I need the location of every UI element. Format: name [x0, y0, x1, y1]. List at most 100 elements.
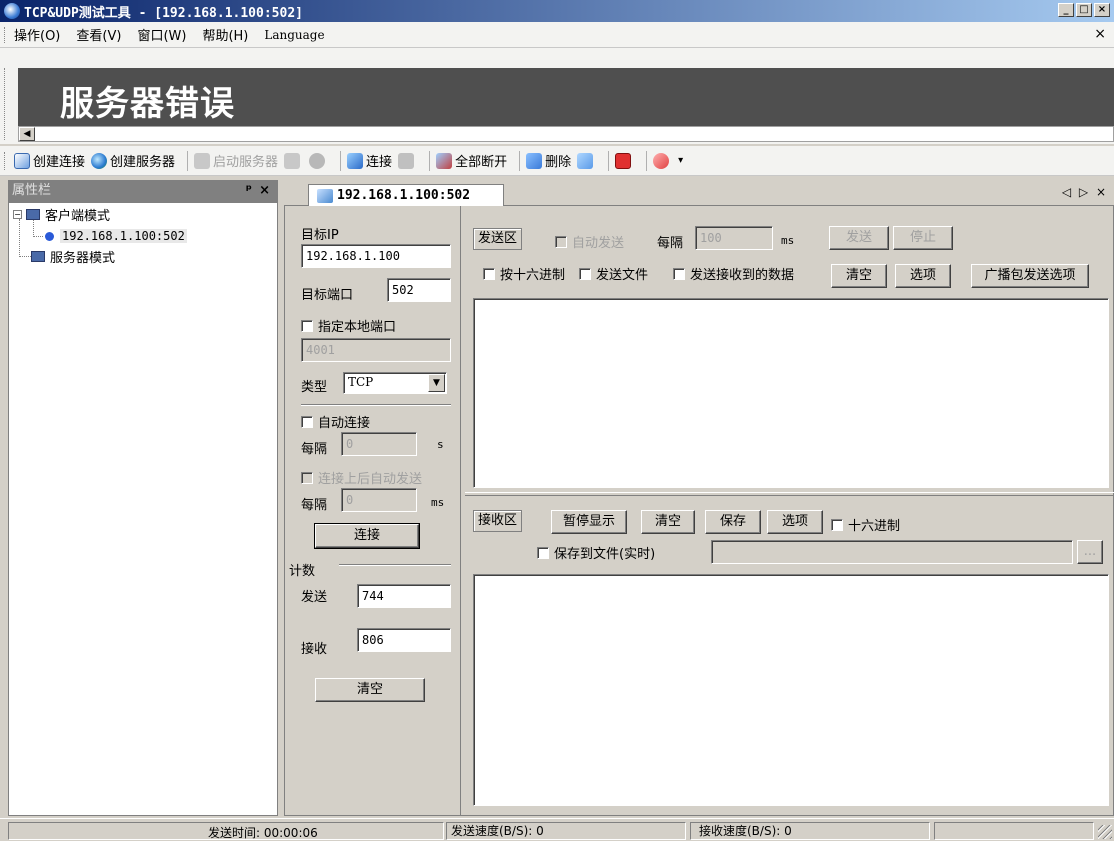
toolbar-grip[interactable] [4, 152, 7, 170]
toolbar-separator [340, 150, 342, 171]
collapse-icon[interactable]: − [13, 209, 22, 219]
close-button[interactable]: × [1094, 3, 1110, 17]
new-connection-icon [14, 152, 30, 169]
menu-close-icon[interactable]: × [1094, 26, 1106, 42]
cancel-button[interactable] [309, 152, 328, 169]
status-spare [934, 822, 1094, 840]
create-connection-label: 创建连接 [33, 155, 86, 170]
properties-title: 属性栏 [12, 183, 52, 198]
maximize-button[interactable]: □ [1076, 3, 1092, 17]
create-server-button[interactable]: 创建服务器 [91, 151, 175, 170]
scroll-left-icon[interactable]: ◀ [19, 127, 35, 141]
toolbar: 创建连接 创建服务器 启动服务器 连接 全部断开 删除 ▾ [0, 146, 1114, 176]
connection-dot-icon [45, 231, 54, 241]
server-mode-label: 服务器模式 [50, 250, 116, 266]
interval-unit: s [437, 438, 444, 451]
send-file-checkbox[interactable]: 发送文件 [579, 264, 648, 283]
menu-language[interactable]: Language [264, 28, 324, 42]
send-clear-button[interactable]: 清空 [831, 264, 887, 288]
checkbox-box [483, 267, 495, 280]
type-select[interactable]: TCP ▼ [343, 372, 447, 394]
interval-field[interactable]: 0 [341, 432, 417, 456]
stop-server-button[interactable] [284, 152, 303, 169]
recv-save-button[interactable]: 保存 [705, 510, 761, 534]
clear-count-button[interactable]: 清空 [315, 678, 425, 702]
banner-grip[interactable] [4, 68, 7, 140]
app-icon [4, 3, 20, 19]
auto-connect-checkbox[interactable]: 自动连接 [301, 412, 370, 431]
menu-view[interactable]: 查看(V) [76, 25, 121, 44]
send-button[interactable]: 发送 [829, 226, 889, 250]
power-icon [615, 152, 632, 169]
menu-window[interactable]: 窗口(W) [137, 25, 186, 44]
delete-all-button[interactable] [577, 152, 596, 169]
splitter[interactable] [465, 492, 1114, 496]
send-hex-checkbox[interactable]: 按十六进制 [483, 264, 565, 283]
start-server-button[interactable]: 启动服务器 [194, 151, 278, 170]
disconnect-icon [398, 152, 415, 169]
menu-help[interactable]: 帮助(H) [202, 25, 248, 44]
browse-button[interactable]: ... [1077, 540, 1103, 564]
toolbar-overflow-icon[interactable]: ▾ [678, 155, 683, 166]
local-port-field[interactable]: 4001 [301, 338, 451, 362]
menu-grip[interactable] [4, 27, 7, 43]
target-port-field[interactable]: 502 [387, 278, 451, 302]
tab-navigation[interactable]: ◁ ▷ × [1062, 185, 1108, 199]
send-interval-field[interactable]: 100 [695, 226, 773, 250]
checkbox-box [301, 319, 313, 332]
create-connection-button[interactable]: 创建连接 [14, 151, 85, 170]
toolbar-separator [608, 150, 610, 171]
banner-scrollbar[interactable]: ◀ [18, 126, 1114, 142]
send-time-status: 发送时间: 00:00:06 [208, 826, 318, 840]
type-label: 类型 [301, 380, 328, 395]
pin-icon[interactable]: ᵖ [246, 180, 252, 202]
dropdown-arrow-icon[interactable]: ▼ [428, 374, 445, 392]
toolbar-separator [646, 150, 648, 171]
recv-options-button[interactable]: 选项 [767, 510, 823, 534]
checkbox-box [301, 415, 313, 428]
target-ip-field[interactable]: 192.168.1.100 [301, 244, 451, 268]
save-file-path-field[interactable] [711, 540, 1073, 564]
checkbox-box [831, 518, 843, 531]
connect-label: 连接 [366, 155, 393, 170]
tab-connection[interactable]: 192.168.1.100:502 [308, 184, 504, 206]
recv-clear-button[interactable]: 清空 [641, 510, 695, 534]
recv-count-field[interactable]: 806 [357, 628, 451, 652]
resize-grip-icon[interactable] [1098, 825, 1112, 839]
broadcast-options-button[interactable]: 广播包发送选项 [971, 264, 1089, 288]
recv-count-label: 接收 [301, 642, 328, 657]
connect-button[interactable]: 连接 [347, 151, 392, 170]
help-button[interactable] [653, 152, 672, 169]
disconnect-button[interactable] [398, 152, 417, 169]
tree-client-item[interactable]: 192.168.1.100:502 [45, 227, 187, 245]
auto-send-after-connect-checkbox[interactable]: 连接上后自动发送 [301, 468, 422, 487]
tree-client-mode[interactable]: − 客户端模式 [13, 205, 110, 224]
send-hex-label: 按十六进制 [500, 268, 566, 283]
properties-close-icon[interactable]: × [259, 180, 270, 202]
pause-display-button[interactable]: 暂停显示 [551, 510, 627, 534]
recv-textarea[interactable] [473, 574, 1109, 806]
save-to-file-checkbox[interactable]: 保存到文件(实时) [537, 543, 655, 562]
minimize-button[interactable]: _ [1058, 3, 1074, 17]
power-button[interactable] [615, 152, 634, 169]
connect-button[interactable]: 连接 [314, 523, 420, 549]
menu-operation[interactable]: 操作(O) [14, 25, 60, 44]
disconnect-all-button[interactable]: 全部断开 [436, 151, 507, 170]
target-port-label: 目标端口 [301, 288, 354, 303]
stop-button[interactable]: 停止 [893, 226, 953, 250]
interval2-field[interactable]: 0 [341, 488, 417, 512]
properties-header: 属性栏 ᵖ × [8, 180, 278, 202]
window-controls: _ □ × [1058, 3, 1110, 17]
send-options-button[interactable]: 选项 [895, 264, 951, 288]
recv-hex-checkbox[interactable]: 十六进制 [831, 515, 900, 534]
local-port-checkbox[interactable]: 指定本地端口 [301, 316, 396, 335]
auto-send-after-connect-label: 连接上后自动发送 [318, 472, 423, 487]
tree-server-mode[interactable]: 服务器模式 [31, 247, 116, 266]
send-count-field[interactable]: 744 [357, 584, 451, 608]
divider [339, 564, 451, 566]
delete-button[interactable]: 删除 [526, 151, 571, 170]
send-textarea[interactable] [473, 298, 1109, 488]
interval2-unit: ms [431, 496, 445, 509]
auto-send-checkbox[interactable]: 自动发送 [555, 232, 624, 251]
send-received-checkbox[interactable]: 发送接收到的数据 [673, 264, 794, 283]
